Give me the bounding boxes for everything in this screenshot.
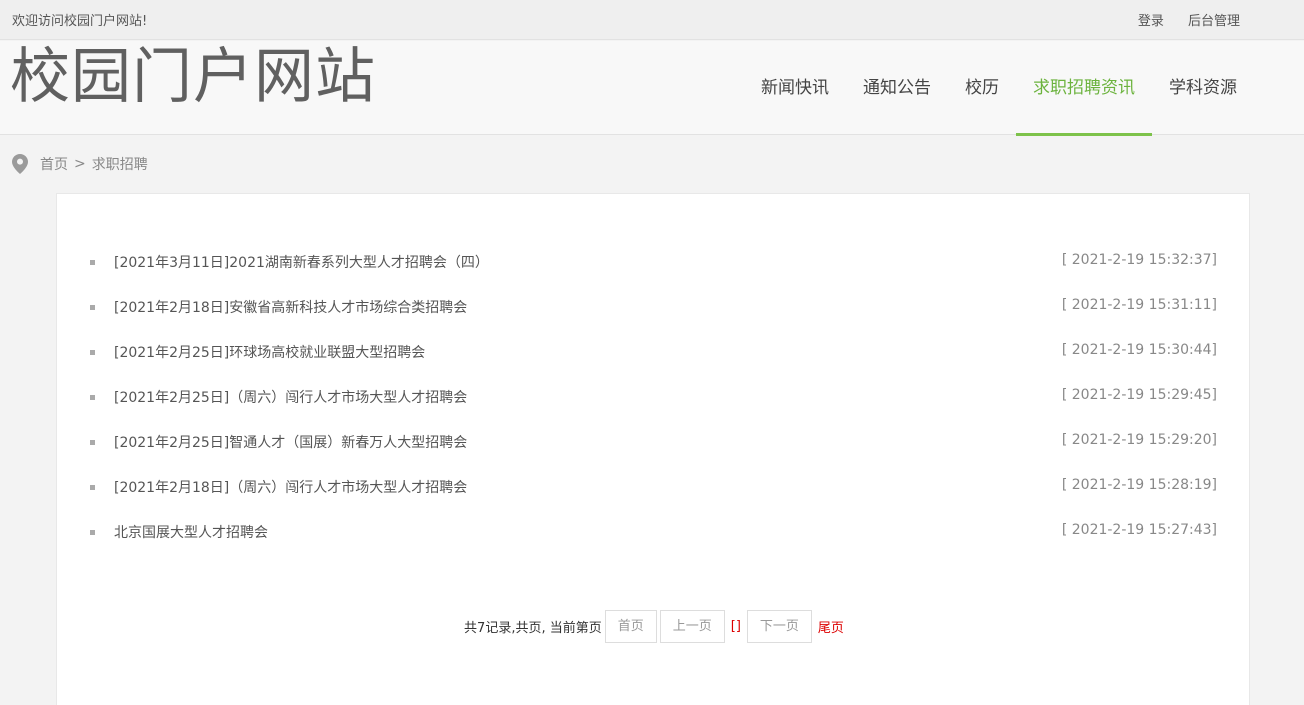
list-item-date: [ 2021-2-19 15:29:20] xyxy=(1061,432,1217,448)
bullet-icon xyxy=(90,440,95,445)
content-panel: [2021年3月11日]2021湖南新春系列大型人才招聘会（四） [ 2021-… xyxy=(56,193,1250,705)
breadcrumb-separator: > xyxy=(74,156,86,172)
list-item-title[interactable]: [2021年2月25日]环球场高校就业联盟大型招聘会 xyxy=(114,342,425,362)
list-item: [2021年3月11日]2021湖南新春系列大型人才招聘会（四） [ 2021-… xyxy=(87,239,1217,284)
pagination: 共7记录,共页, 当前第页 首页 上一页 [] 下一页 尾页 xyxy=(57,610,1251,643)
list-item-title[interactable]: [2021年2月25日]智通人才（国展）新春万人大型招聘会 xyxy=(114,432,467,452)
list-item: [2021年2月18日]（周六）闯行人才市场大型人才招聘会 [ 2021-2-1… xyxy=(87,464,1217,509)
login-link[interactable]: 登录 xyxy=(1138,14,1164,29)
bullet-icon xyxy=(90,350,95,355)
next-page-button[interactable]: 下一页 xyxy=(746,610,812,643)
list-item: 北京国展大型人才招聘会 [ 2021-2-19 15:27:43] xyxy=(87,509,1217,554)
nav-item-resources[interactable]: 学科资源 xyxy=(1152,41,1254,135)
list-item-title[interactable]: [2021年3月11日]2021湖南新春系列大型人才招聘会（四） xyxy=(114,252,489,272)
top-links: 登录 后台管理 xyxy=(1118,10,1240,29)
list-item-date: [ 2021-2-19 15:28:19] xyxy=(1061,477,1217,493)
site-title[interactable]: 校园门户网站 xyxy=(10,41,376,113)
first-page-button[interactable]: 首页 xyxy=(604,610,657,643)
breadcrumb-current: 求职招聘 xyxy=(91,157,148,173)
top-bar: 欢迎访问校园门户网站! 登录 后台管理 xyxy=(0,0,1304,40)
bullet-icon xyxy=(90,395,95,400)
list-item: [2021年2月18日]安徽省高新科技人才市场综合类招聘会 [ 2021-2-1… xyxy=(87,284,1217,329)
breadcrumb-home[interactable]: 首页 xyxy=(40,154,68,174)
list-item: [2021年2月25日]智通人才（国展）新春万人大型招聘会 [ 2021-2-1… xyxy=(87,419,1217,464)
bullet-icon xyxy=(90,305,95,310)
nav-item-jobs[interactable]: 求职招聘资讯 xyxy=(1016,41,1152,136)
current-page-marker: [] xyxy=(730,619,741,634)
location-pin-icon xyxy=(12,154,28,174)
nav-item-calendar[interactable]: 校历 xyxy=(948,41,1016,135)
breadcrumb: 首页 > 求职招聘 xyxy=(12,154,148,174)
bullet-icon xyxy=(90,485,95,490)
list-item-title[interactable]: 北京国展大型人才招聘会 xyxy=(114,522,268,542)
bullet-icon xyxy=(90,530,95,535)
job-list: [2021年3月11日]2021湖南新春系列大型人才招聘会（四） [ 2021-… xyxy=(87,239,1217,554)
list-item-title[interactable]: [2021年2月18日]安徽省高新科技人才市场综合类招聘会 xyxy=(114,297,467,317)
pagination-summary: 共7记录,共页, 当前第页 xyxy=(464,621,602,636)
list-item-date: [ 2021-2-19 15:31:11] xyxy=(1061,297,1217,313)
last-page-link[interactable]: 尾页 xyxy=(818,617,844,636)
welcome-text: 欢迎访问校园门户网站! xyxy=(12,14,148,29)
list-item: [2021年2月25日]（周六）闯行人才市场大型人才招聘会 [ 2021-2-1… xyxy=(87,374,1217,419)
list-item-date: [ 2021-2-19 15:29:45] xyxy=(1061,387,1217,403)
prev-page-button[interactable]: 上一页 xyxy=(659,610,725,643)
nav-item-news[interactable]: 新闻快讯 xyxy=(744,41,846,135)
list-item-date: [ 2021-2-19 15:32:37] xyxy=(1061,252,1217,268)
site-header: 校园门户网站 新闻快讯 通知公告 校历 求职招聘资讯 学科资源 xyxy=(0,41,1304,136)
nav-item-notices[interactable]: 通知公告 xyxy=(846,41,948,135)
list-item-date: [ 2021-2-19 15:30:44] xyxy=(1061,342,1217,358)
list-item: [2021年2月25日]环球场高校就业联盟大型招聘会 [ 2021-2-19 1… xyxy=(87,329,1217,374)
list-item-date: [ 2021-2-19 15:27:43] xyxy=(1061,522,1217,538)
list-item-title[interactable]: [2021年2月18日]（周六）闯行人才市场大型人才招聘会 xyxy=(114,477,467,497)
admin-link[interactable]: 后台管理 xyxy=(1188,14,1240,29)
main-nav: 新闻快讯 通知公告 校历 求职招聘资讯 学科资源 xyxy=(744,41,1254,136)
bullet-icon xyxy=(90,260,95,265)
list-item-title[interactable]: [2021年2月25日]（周六）闯行人才市场大型人才招聘会 xyxy=(114,387,467,407)
